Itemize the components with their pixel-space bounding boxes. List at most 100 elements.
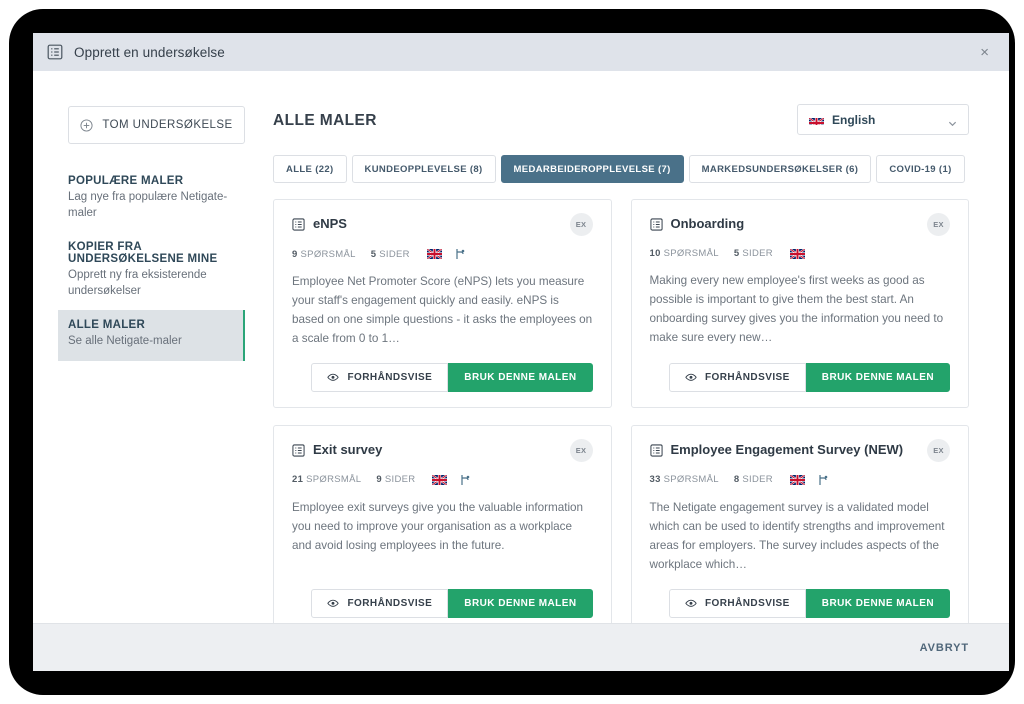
close-icon[interactable]: × bbox=[974, 41, 995, 64]
branching-icon bbox=[460, 474, 470, 486]
questions-label: SPØRSMÅL bbox=[300, 248, 356, 260]
preview-label: FORHÅNDSVISE bbox=[704, 371, 790, 383]
question-count: 10 bbox=[649, 248, 661, 259]
card-title: Exit survey bbox=[313, 441, 383, 457]
preview-button[interactable]: FORHÅNDSVISE bbox=[668, 362, 806, 392]
questions-label: SPØRSMÅL bbox=[663, 474, 719, 486]
template-card[interactable]: Exit survey EX 21 SPØRSMÅL 9 SIDER Emplo… bbox=[273, 424, 612, 623]
template-card[interactable]: eNPS EX 9 SPØRSMÅL 5 SIDER Employee Net … bbox=[273, 199, 612, 408]
sidebar-item-title: POPULÆRE MALER bbox=[68, 175, 184, 187]
sidebar-item-popular[interactable]: POPULÆRE MALER Lag nye fra populære Neti… bbox=[58, 166, 245, 232]
status-badge: EX bbox=[927, 213, 950, 236]
template-card-grid: eNPS EX 9 SPØRSMÅL 5 SIDER Employee Net … bbox=[273, 199, 969, 623]
language-value: English bbox=[832, 112, 876, 127]
card-meta: 9 SPØRSMÅL 5 SIDER bbox=[292, 248, 593, 260]
cancel-button[interactable]: AVBRYT bbox=[920, 642, 969, 654]
pages-label: SIDER bbox=[742, 248, 773, 259]
status-badge: EX bbox=[569, 213, 593, 236]
use-template-button[interactable]: BRUK DENNE MALEN bbox=[805, 588, 950, 618]
preview-label: FORHÅNDSVISE bbox=[347, 371, 433, 383]
question-count: 33 bbox=[649, 474, 661, 486]
dialog-footer: AVBRYT bbox=[33, 623, 1009, 671]
card-description: Employee Net Promoter Score (eNPS) lets … bbox=[292, 275, 593, 345]
sidebar-item-all-templates[interactable]: ALLE MALER Se alle Netigate-maler bbox=[58, 310, 245, 361]
card-title: Onboarding bbox=[670, 216, 745, 231]
card-actions: FORHÅNDSVISE BRUK DENNE MALEN bbox=[292, 575, 593, 618]
page-count: 5 bbox=[733, 248, 740, 259]
branching-icon bbox=[818, 474, 828, 486]
page-count: 8 bbox=[733, 474, 740, 486]
card-header: Employee Engagement Survey (NEW) EX bbox=[649, 438, 950, 462]
main-header: ALLE MALER English bbox=[273, 104, 969, 135]
tab-covid-19[interactable]: COVID-19 (1) bbox=[876, 155, 965, 183]
card-header: Exit survey EX bbox=[292, 438, 593, 462]
tab-kundeopplevelse[interactable]: KUNDEOPPLEVELSE (8) bbox=[351, 155, 496, 183]
question-count: 9 bbox=[292, 248, 298, 260]
main-content: ALLE MALER English ALLE (22) KUNDEOPPLEV… bbox=[259, 71, 1009, 623]
dialog-titlebar: Opprett en undersøkelse × bbox=[33, 33, 1009, 71]
card-description: Making every new employee's first weeks … bbox=[649, 274, 944, 344]
card-meta: 10 SPØRSMÅL 5 SIDER bbox=[650, 248, 951, 259]
pages-label: SIDER bbox=[742, 474, 773, 486]
document-list-icon bbox=[649, 218, 663, 231]
questions-label: SPØRSMÅL bbox=[306, 474, 362, 486]
sidebar-item-subtitle: Lag nye fra populære Netigate-maler bbox=[68, 191, 228, 219]
card-title: eNPS bbox=[313, 216, 347, 231]
preview-button[interactable]: FORHÅNDSVISE bbox=[668, 588, 806, 618]
card-actions: FORHÅNDSVISE BRUK DENNE MALEN bbox=[292, 349, 593, 392]
document-list-icon bbox=[47, 44, 63, 60]
document-list-icon bbox=[649, 444, 663, 457]
page-count: 9 bbox=[376, 474, 382, 486]
tab-alle[interactable]: ALLE (22) bbox=[273, 155, 347, 183]
uk-flag-icon bbox=[426, 249, 442, 259]
use-template-button[interactable]: BRUK DENNE MALEN bbox=[448, 588, 593, 618]
card-title: Employee Engagement Survey (NEW) bbox=[670, 441, 904, 457]
eye-icon bbox=[685, 373, 697, 382]
preview-button[interactable]: FORHÅNDSVISE bbox=[311, 362, 449, 392]
question-count: 21 bbox=[292, 474, 304, 486]
pages-label: SIDER bbox=[379, 248, 410, 260]
preview-label: FORHÅNDSVISE bbox=[704, 597, 790, 609]
tab-medarbeideropplevelse[interactable]: MEDARBEIDEROPPLEVELSE (7) bbox=[500, 155, 684, 183]
blank-survey-label: TOM UNDERSØKELSE bbox=[102, 119, 233, 131]
dialog-body: TOM UNDERSØKELSE POPULÆRE MALER Lag nye … bbox=[33, 71, 1009, 623]
tab-markedsundersokelser[interactable]: MARKEDSUNDERSØKELSER (6) bbox=[688, 155, 872, 183]
preview-button[interactable]: FORHÅNDSVISE bbox=[311, 588, 449, 618]
card-description: Employee exit surveys give you the valua… bbox=[292, 500, 584, 552]
uk-flag-icon bbox=[789, 474, 805, 485]
template-card[interactable]: Onboarding EX 10 SPØRSMÅL 5 SIDER Making… bbox=[630, 199, 969, 408]
page-count: 5 bbox=[370, 248, 377, 260]
questions-label: SPØRSMÅL bbox=[663, 248, 719, 259]
status-badge: EX bbox=[569, 438, 593, 462]
use-template-button[interactable]: BRUK DENNE MALEN bbox=[805, 362, 950, 392]
card-meta: 33 SPØRSMÅL 8 SIDER bbox=[650, 474, 951, 486]
page-title: ALLE MALER bbox=[273, 112, 377, 129]
card-actions: FORHÅNDSVISE BRUK DENNE MALEN bbox=[650, 349, 950, 392]
sidebar-item-copy-from-my-surveys[interactable]: KOPIER FRA UNDERSØKELSENE MINE Opprett n… bbox=[58, 232, 245, 310]
category-tabs: ALLE (22) KUNDEOPPLEVELSE (8) MEDARBEIDE… bbox=[273, 155, 969, 183]
eye-icon bbox=[327, 599, 340, 608]
circle-plus-icon bbox=[80, 118, 93, 132]
template-card[interactable]: Employee Engagement Survey (NEW) EX 33 S… bbox=[630, 424, 969, 623]
uk-flag-icon bbox=[789, 248, 805, 259]
sidebar-item-title: ALLE MALER bbox=[68, 319, 146, 332]
sidebar: TOM UNDERSØKELSE POPULÆRE MALER Lag nye … bbox=[33, 71, 259, 623]
sidebar-item-title: KOPIER FRA UNDERSØKELSENE MINE bbox=[68, 241, 218, 266]
card-actions: FORHÅNDSVISE BRUK DENNE MALEN bbox=[650, 575, 950, 618]
blank-survey-button[interactable]: TOM UNDERSØKELSE bbox=[68, 106, 245, 144]
sidebar-item-subtitle: Opprett ny fra eksisterende undersøkelse… bbox=[68, 269, 207, 297]
language-select[interactable]: English bbox=[797, 104, 969, 135]
card-description: The Netigate engagement survey is a vali… bbox=[649, 500, 945, 571]
sidebar-item-subtitle: Se alle Netigate-maler bbox=[68, 335, 182, 348]
uk-flag-icon bbox=[809, 115, 824, 125]
eye-icon bbox=[685, 599, 697, 608]
card-meta: 21 SPØRSMÅL 9 SIDER bbox=[292, 474, 593, 486]
uk-flag-icon bbox=[432, 474, 448, 485]
document-list-icon bbox=[292, 444, 305, 457]
use-template-button[interactable]: BRUK DENNE MALEN bbox=[448, 362, 593, 392]
pages-label: SIDER bbox=[384, 474, 416, 486]
dialog-title: Opprett en undersøkelse bbox=[74, 44, 225, 60]
device-frame: Opprett en undersøkelse × TOM UNDERSØKEL… bbox=[9, 9, 1015, 695]
preview-label: FORHÅNDSVISE bbox=[347, 597, 433, 609]
document-list-icon bbox=[292, 218, 305, 231]
